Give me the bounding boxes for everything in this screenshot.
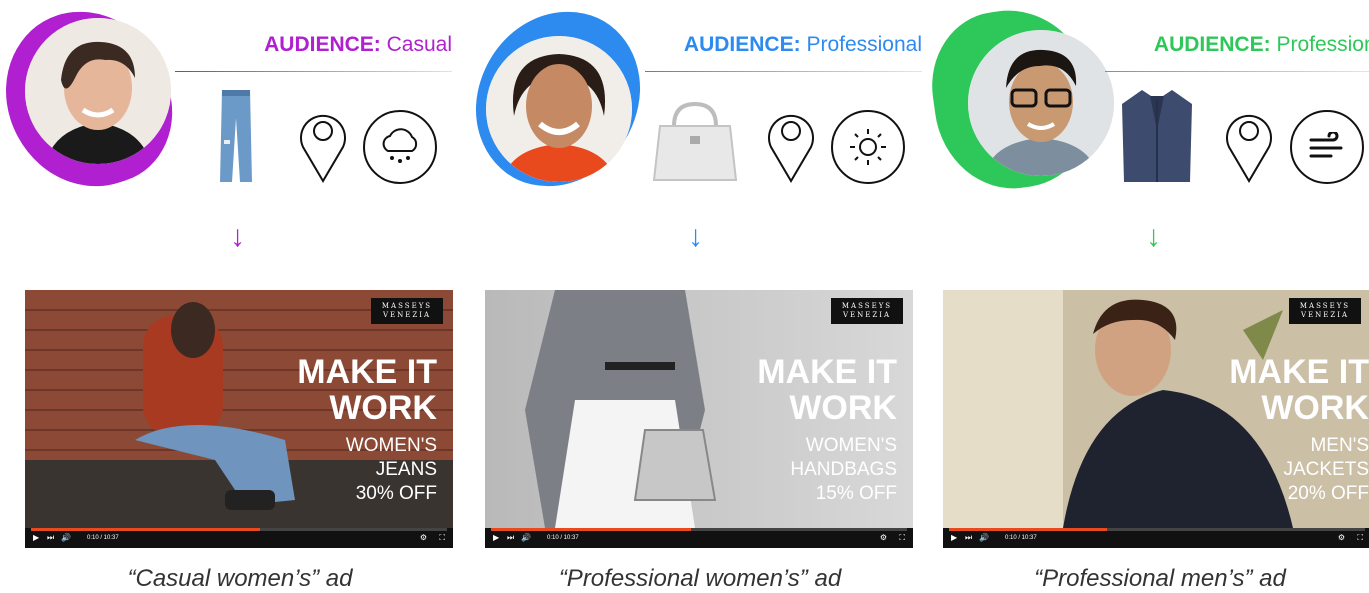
- play-icon[interactable]: ▶: [493, 533, 499, 542]
- ad-offer: MEN'S JACKETS 20% OFF: [1283, 435, 1369, 504]
- rain-cloud-icon: [363, 110, 437, 184]
- audience-value: Professional: [806, 33, 922, 56]
- down-arrow-icon: ↓: [230, 220, 245, 253]
- player-controls: ▶ ⏭ 🔊 0:10 / 10:37 ⚙ ⛶: [943, 528, 1369, 548]
- audience-column-casual: AUDIENCE: Casual ↓ MASSEYS VENEZIA MAKE …: [0, 0, 460, 592]
- down-arrow-icon: ↓: [688, 220, 703, 253]
- ad-headline: MAKE IT WORK: [1229, 353, 1369, 427]
- audience-title: AUDIENCE: Professional: [1154, 33, 1369, 57]
- play-icon[interactable]: ▶: [951, 533, 957, 542]
- audience-label: AUDIENCE:: [1153, 33, 1271, 56]
- next-icon[interactable]: ⏭: [965, 533, 972, 543]
- brand-logo: MASSEYS VENEZIA: [1289, 298, 1361, 324]
- time-readout: 0:10 / 10:37: [547, 535, 579, 541]
- ad-offer: WOMEN'S HANDBAGS 15% OFF: [790, 435, 897, 504]
- audience-value: Professional: [1276, 33, 1369, 56]
- jeans-icon: [218, 90, 254, 189]
- volume-icon[interactable]: 🔊: [521, 533, 531, 542]
- divider: [175, 71, 452, 72]
- time-readout: 0:10 / 10:37: [1005, 535, 1037, 541]
- video-player[interactable]: MASSEYS VENEZIA MAKE IT WORK WOMEN'S JEA…: [25, 290, 453, 548]
- fullscreen-icon[interactable]: ⛶: [899, 533, 905, 543]
- player-controls: ▶ ⏭ 🔊 0:10 / 10:37 ⚙ ⛶: [25, 528, 453, 548]
- audience-column-professional-men: AUDIENCE: Professional ↓ MASSEYS VENEZIA…: [922, 0, 1369, 592]
- ad-caption: “Professional men’s” ad: [1034, 565, 1286, 592]
- sun-icon: [831, 110, 905, 184]
- video-player[interactable]: MASSEYS VENEZIA MAKE IT WORK WOMEN'S HAN…: [485, 290, 913, 548]
- settings-icon[interactable]: ⚙: [880, 533, 887, 542]
- settings-icon[interactable]: ⚙: [420, 533, 427, 542]
- player-controls: ▶ ⏭ 🔊 0:10 / 10:37 ⚙ ⛶: [485, 528, 913, 548]
- progress-bar[interactable]: [491, 528, 907, 531]
- handbag-icon: [650, 100, 740, 187]
- volume-icon[interactable]: 🔊: [61, 533, 71, 542]
- audience-value: Casual: [386, 33, 452, 56]
- next-icon[interactable]: ⏭: [47, 533, 54, 543]
- ad-caption: “Professional women’s” ad: [558, 565, 842, 592]
- play-icon[interactable]: ▶: [33, 533, 39, 542]
- down-arrow-icon: ↓: [1146, 220, 1161, 253]
- progress-bar[interactable]: [31, 528, 447, 531]
- location-pin-icon: [1223, 107, 1275, 188]
- progress-bar[interactable]: [949, 528, 1365, 531]
- brand-logo: MASSEYS VENEZIA: [371, 298, 443, 324]
- divider: [645, 71, 922, 72]
- brand-logo: MASSEYS VENEZIA: [831, 298, 903, 324]
- avatar: [968, 30, 1114, 176]
- avatar: [486, 36, 632, 182]
- audience-label: AUDIENCE:: [683, 33, 801, 56]
- audience-column-professional-women: AUDIENCE: Professional ↓ MASSEYS VENEZIA…: [461, 0, 930, 592]
- ad-headline: MAKE IT WORK: [297, 353, 437, 427]
- divider: [1105, 71, 1369, 72]
- time-readout: 0:10 / 10:37: [87, 535, 119, 541]
- ad-caption: “Casual women’s” ad: [127, 565, 353, 592]
- avatar: [25, 18, 171, 164]
- location-pin-icon: [765, 107, 817, 188]
- audience-title: AUDIENCE: Professional: [684, 33, 922, 57]
- ad-headline: MAKE IT WORK: [757, 353, 897, 427]
- settings-icon[interactable]: ⚙: [1338, 533, 1345, 542]
- jacket-icon: [1120, 90, 1194, 189]
- location-pin-icon: [297, 107, 349, 188]
- audience-label: AUDIENCE:: [264, 33, 381, 56]
- volume-icon[interactable]: 🔊: [979, 533, 989, 542]
- audience-title: AUDIENCE: Casual: [264, 33, 452, 57]
- fullscreen-icon[interactable]: ⛶: [439, 533, 445, 543]
- progress-fill: [491, 528, 691, 531]
- next-icon[interactable]: ⏭: [507, 533, 514, 543]
- fullscreen-icon[interactable]: ⛶: [1357, 533, 1363, 543]
- progress-fill: [949, 528, 1108, 531]
- progress-fill: [31, 528, 260, 531]
- ad-offer: WOMEN'S JEANS 30% OFF: [345, 435, 437, 504]
- wind-icon: [1290, 110, 1364, 184]
- video-player[interactable]: MASSEYS VENEZIA MAKE IT WORK MEN'S JACKE…: [943, 290, 1369, 548]
